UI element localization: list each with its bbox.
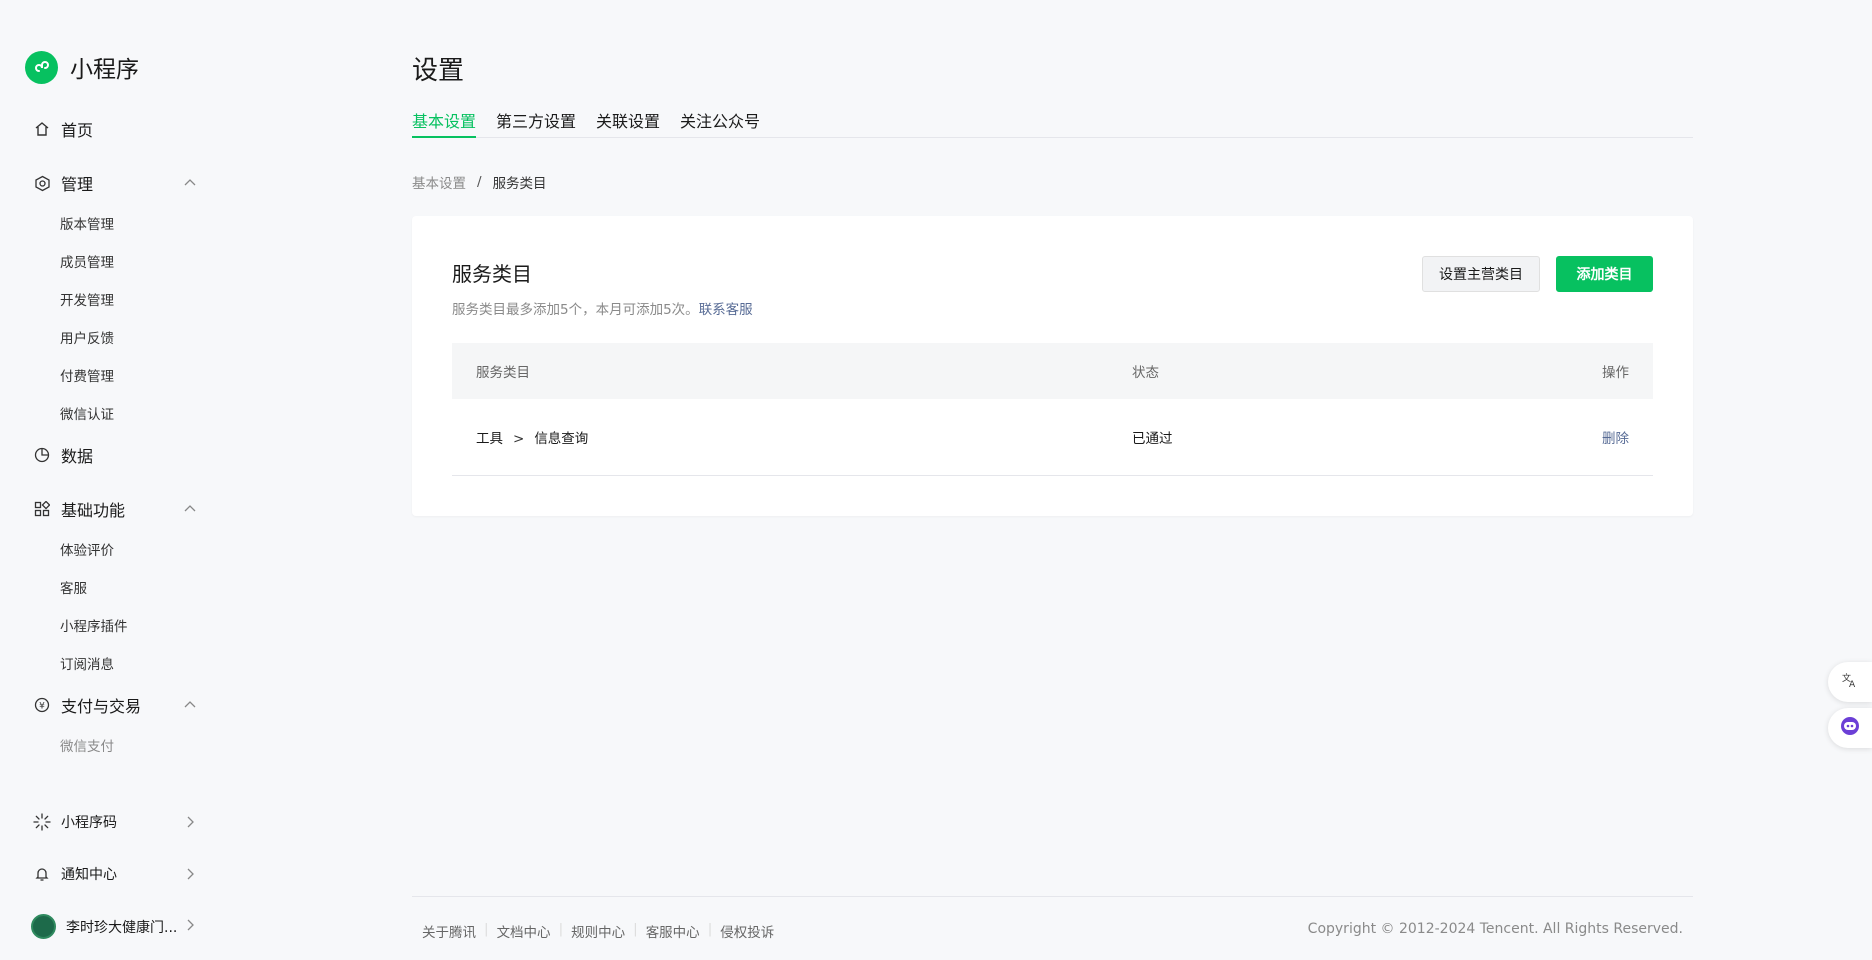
manage-icon — [33, 174, 51, 192]
footer-link-about[interactable]: 关于腾讯 — [422, 921, 476, 941]
svg-text:¥: ¥ — [39, 702, 45, 712]
footer-divider: | — [707, 921, 713, 937]
main-content: 设置 基本设置 第三方设置 关联设置 关注公众号 基本设置 / 服务类目 服务类… — [412, 0, 1693, 960]
card-desc-text: 服务类目最多添加5个，本月可添加5次。 — [452, 302, 699, 318]
copyright: Copyright © 2012-2024 Tencent. All Right… — [1307, 921, 1683, 937]
category-table: 服务类目 状态 操作 工具 > 信息查询 已通过 删除 — [452, 343, 1653, 476]
sidebar-item-label: 基础功能 — [61, 501, 126, 520]
sidebar-item-qrcode[interactable]: 小程序码 — [33, 812, 117, 832]
sidebar-subitem-certification[interactable]: 微信认证 — [60, 403, 114, 423]
tab-basic-settings[interactable]: 基本设置 — [412, 108, 477, 138]
bell-icon — [33, 865, 51, 883]
sidebar-subitem-rating[interactable]: 体验评价 — [60, 539, 114, 559]
sidebar: 小程序 首页 管理 版本管理 成员管理 开发管理 用户反馈 付费管理 微信认证 … — [0, 0, 220, 960]
table-header: 服务类目 状态 操作 — [452, 343, 1653, 399]
footer-divider: | — [633, 921, 638, 937]
chevron-up-icon[interactable] — [183, 697, 197, 711]
breadcrumb: 基本设置 / 服务类目 — [412, 172, 547, 192]
set-main-category-button[interactable]: 设置主营类目 — [1422, 256, 1540, 292]
account-name: 李时珍大健康门... — [66, 919, 178, 936]
service-category-card: 服务类目 服务类目最多添加5个，本月可添加5次。联系客服 设置主营类目 添加类目… — [412, 216, 1693, 516]
data-icon — [33, 446, 51, 464]
sidebar-item-label: 小程序码 — [61, 815, 117, 831]
payment-icon: ¥ — [33, 696, 51, 714]
sidebar-subitem-subscribe[interactable]: 订阅消息 — [60, 653, 114, 673]
breadcrumb-separator: / — [477, 174, 482, 190]
footer-link-support[interactable]: 客服中心 — [646, 921, 700, 941]
chevron-right-icon[interactable] — [183, 867, 197, 881]
tab-follow-account[interactable]: 关注公众号 — [680, 108, 760, 138]
miniprogram-logo-icon — [25, 50, 58, 84]
category-level1: 工具 — [476, 431, 503, 447]
chevron-up-icon[interactable] — [183, 501, 197, 515]
card-description: 服务类目最多添加5个，本月可添加5次。联系客服 — [452, 298, 753, 318]
page-title: 设置 — [412, 56, 465, 86]
card-title: 服务类目 — [452, 262, 532, 286]
sidebar-subitem-plugin[interactable]: 小程序插件 — [60, 615, 128, 635]
table-row: 工具 > 信息查询 已通过 删除 — [452, 399, 1653, 476]
tab-third-party[interactable]: 第三方设置 — [496, 108, 576, 138]
contact-service-link[interactable]: 联系客服 — [699, 302, 753, 318]
sidebar-item-data[interactable]: 数据 — [33, 443, 93, 467]
category-level2: 信息查询 — [534, 431, 589, 447]
footer-divider: | — [558, 921, 564, 937]
account-menu[interactable]: 李时珍大健康门... — [31, 914, 177, 939]
sidebar-subitem-dev[interactable]: 开发管理 — [60, 289, 114, 309]
delete-link[interactable]: 删除 — [1602, 427, 1629, 447]
avatar — [31, 914, 56, 939]
footer-divider: | — [484, 921, 489, 937]
sidebar-item-manage[interactable]: 管理 — [33, 171, 93, 195]
add-category-button[interactable]: 添加类目 — [1556, 256, 1653, 292]
sidebar-item-label: 首页 — [61, 121, 94, 140]
sidebar-item-basic[interactable]: 基础功能 — [33, 497, 125, 521]
assistant-button[interactable] — [1828, 708, 1872, 748]
chevron-right-icon[interactable] — [183, 918, 197, 932]
header-status: 状态 — [1132, 365, 1159, 381]
category-separator: > — [513, 431, 525, 447]
sidebar-subitem-billing[interactable]: 付费管理 — [60, 365, 114, 385]
chevron-up-icon[interactable] — [183, 175, 197, 189]
footer-link-docs[interactable]: 文档中心 — [497, 921, 551, 941]
sidebar-item-home[interactable]: 首页 — [33, 117, 93, 141]
sidebar-item-label: 管理 — [61, 175, 94, 194]
status-text: 已通过 — [1132, 431, 1173, 447]
sidebar-item-label: 支付与交易 — [61, 697, 142, 716]
sidebar-subitem-service[interactable]: 客服 — [60, 577, 87, 597]
footer: 关于腾讯 | 文档中心 | 规则中心 | 客服中心 | 侵权投诉 Copyrig… — [412, 896, 1693, 960]
qrcode-icon — [33, 813, 51, 831]
assistant-icon — [1839, 715, 1861, 741]
translate-button[interactable]: 文A — [1828, 662, 1872, 702]
breadcrumb-current: 服务类目 — [492, 176, 547, 192]
category-path: 工具 > 信息查询 — [476, 427, 588, 447]
brand-name: 小程序 — [70, 57, 139, 83]
settings-tabs: 基本设置 第三方设置 关联设置 关注公众号 — [412, 108, 1693, 138]
basic-function-icon — [33, 500, 51, 518]
sidebar-item-label: 通知中心 — [61, 867, 117, 883]
sidebar-subitem-wechatpay[interactable]: 微信支付 — [60, 735, 114, 755]
footer-link-rules[interactable]: 规则中心 — [571, 921, 625, 941]
sidebar-subitem-members[interactable]: 成员管理 — [60, 251, 114, 271]
header-op: 操作 — [1602, 365, 1629, 381]
header-category: 服务类目 — [476, 365, 530, 381]
chevron-right-icon[interactable] — [183, 815, 197, 829]
translate-icon: 文A — [1841, 671, 1859, 693]
sidebar-item-notify[interactable]: 通知中心 — [33, 864, 117, 884]
tab-association[interactable]: 关联设置 — [596, 108, 660, 138]
footer-link-infringement[interactable]: 侵权投诉 — [720, 921, 774, 941]
sidebar-item-pay[interactable]: ¥ 支付与交易 — [33, 693, 141, 717]
svg-text:A: A — [1849, 680, 1856, 689]
sidebar-subitem-version[interactable]: 版本管理 — [60, 213, 114, 233]
brand[interactable]: 小程序 — [25, 50, 139, 84]
footer-links: 关于腾讯 | 文档中心 | 规则中心 | 客服中心 | 侵权投诉 — [422, 921, 774, 941]
sidebar-item-label: 数据 — [61, 447, 94, 466]
sidebar-subitem-feedback[interactable]: 用户反馈 — [60, 327, 114, 347]
breadcrumb-parent[interactable]: 基本设置 — [412, 172, 466, 192]
home-icon — [33, 120, 51, 138]
